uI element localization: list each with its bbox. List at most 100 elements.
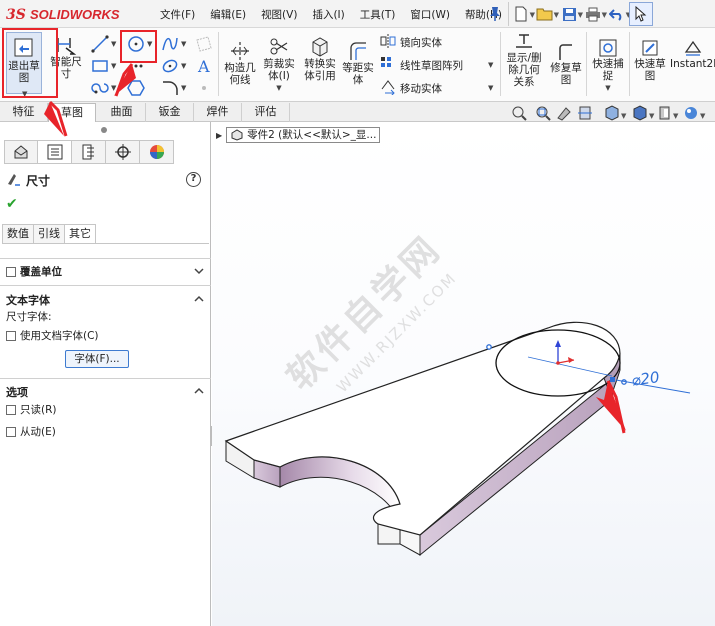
read-only-label: 只读(R) [20,404,57,416]
construction-geometry-button[interactable]: 构造几 何线 [222,30,258,86]
print-button[interactable]: ▼ [581,2,607,26]
relations-label-2: 除几何 [508,64,540,76]
linear-pattern-icon[interactable] [380,56,396,72]
previous-view-icon[interactable] [557,107,571,121]
diameter-dimension-text[interactable]: ⌀20 [630,368,660,390]
appearance-icon[interactable] [685,107,697,119]
tab-weldments[interactable]: 焊件 [194,103,242,122]
property-manager-title: 尺寸 [26,174,51,188]
color-wheel-icon [149,145,164,159]
menu-view[interactable]: 视图(V) [261,7,297,22]
linear-pattern-label[interactable]: 线性草图阵列 [400,58,463,73]
tab-surfaces[interactable]: 曲面 [98,103,146,122]
chevron-down-icon[interactable] [194,268,204,276]
spline-icon[interactable] [160,34,180,54]
view-orientation-icon[interactable] [605,105,619,121]
move-entities-label[interactable]: 移动实体 [400,81,442,96]
use-document-font-label: 使用文档字体(C) [20,330,99,342]
display-delete-relations-button[interactable]: 显示/删 除几何 关系 [503,30,545,88]
origin-point [556,361,560,365]
new-document-icon [515,6,527,22]
convert-entities-label-1: 转换实 [304,58,336,70]
font-button[interactable]: 字体(F)... [65,350,129,368]
menu-tools[interactable]: 工具(T) [360,7,396,22]
pin-icon[interactable] [488,6,502,22]
subtab-leaders[interactable]: 引线 [34,224,65,244]
menu-insert[interactable]: 插入(I) [312,7,344,22]
driven-checkbox[interactable] [6,426,16,437]
hide-show-items-icon[interactable] [659,106,670,120]
text-icon[interactable]: A [194,56,214,76]
rapid-sketch-button[interactable]: 快速草 图 [632,30,668,82]
quick-access-toolbar: ▼ ▼ ▼ ▼ ▼ [508,2,715,26]
offset-entities-button[interactable]: 等距实 体 [340,30,376,86]
svg-text:▼: ▼ [649,112,655,120]
tab-evaluate[interactable]: 评估 [242,103,290,122]
mirror-icon[interactable] [380,33,396,49]
trim-entities-button[interactable]: 剪裁实 体(I) ▼ [259,30,299,94]
instant2d-button[interactable]: Instant2D [670,30,715,70]
save-button[interactable]: ▼ [557,2,583,26]
ok-check-icon[interactable]: ✔ [6,196,18,212]
part-model[interactable]: ⌀20 [212,122,715,626]
quick-snaps-button[interactable]: 快速捕 捉 ▼ [589,30,627,94]
override-units-checkbox[interactable] [6,266,16,277]
command-tabs: 特征 草图 曲面 钣金 焊件 评估 ▼ ▼ ▼ ▼ [0,102,715,122]
open-button[interactable]: ▼ [533,2,559,26]
dimxpert-manager-tab[interactable] [106,140,140,164]
rectangle-icon[interactable] [90,56,110,76]
ellipse-icon[interactable] [160,56,180,76]
selection-handle[interactable] [610,377,615,382]
feature-manager-tab[interactable] [4,140,38,164]
relations-label-3: 关系 [513,76,535,88]
save-icon [562,7,576,21]
svg-text:3S: 3S [6,7,26,23]
print-icon [586,7,600,21]
zoom-to-area-icon[interactable] [536,106,551,121]
instant2d-icon [684,40,701,56]
menu-file[interactable]: 文件(F) [160,7,195,22]
rapid-sketch-label-1: 快速草 [634,58,666,70]
menu-edit[interactable]: 编辑(E) [210,7,246,22]
subtab-other[interactable]: 其它 [65,224,96,244]
undo-button[interactable]: ▼ [605,2,631,26]
driven-row[interactable]: 从动(E) [6,424,56,439]
mirror-entities-label[interactable]: 镜向实体 [400,35,442,50]
line-icon[interactable] [90,34,110,54]
subtab-value[interactable]: 数值 [2,224,34,244]
point-icon[interactable] [194,78,214,98]
tab-sheet-metal[interactable]: 钣金 [146,103,194,122]
section-view-icon[interactable] [578,106,592,120]
zoom-to-fit-icon[interactable] [512,106,527,121]
graphics-area[interactable]: ▶ 零件2 (默认<<默认>_显... 软件自学网 WWW.RJZXW.COM [212,122,715,626]
sketch-point[interactable] [486,344,492,350]
slot-icon[interactable] [90,78,110,98]
convert-entities-icon [312,37,328,57]
read-only-row[interactable]: 只读(R) [6,402,57,417]
configuration-manager-tab[interactable] [72,140,106,164]
plane-icon[interactable] [194,34,214,54]
select-button[interactable] [629,2,653,26]
display-style-icon[interactable] [633,105,647,121]
chevron-up-icon[interactable] [194,295,204,303]
override-units-row[interactable]: 覆盖单位 [6,264,62,279]
fillet-icon[interactable] [160,78,180,98]
use-document-font-row[interactable]: 使用文档字体(C) [6,328,99,343]
panel-grip[interactable] [101,127,107,133]
undo-icon [609,9,622,21]
display-manager-tab[interactable] [140,140,174,164]
convert-entities-button[interactable]: 转换实 体引用 [300,30,340,82]
use-document-font-checkbox[interactable] [6,330,16,341]
new-document-button[interactable]: ▼ [509,2,535,26]
move-entities-icon[interactable] [380,79,396,95]
repair-sketch-icon [559,44,572,60]
property-manager-tab[interactable] [38,140,72,164]
relations-icon [516,34,532,48]
menu-window[interactable]: 窗口(W) [410,7,450,22]
repair-sketch-label-1: 修复草 [550,62,582,74]
chevron-up-icon[interactable] [194,387,204,395]
read-only-checkbox[interactable] [6,404,16,415]
offset-entities-label-1: 等距实 [342,62,374,74]
help-icon[interactable]: ? [186,172,201,187]
repair-sketch-button[interactable]: 修复草 图 [548,30,584,86]
